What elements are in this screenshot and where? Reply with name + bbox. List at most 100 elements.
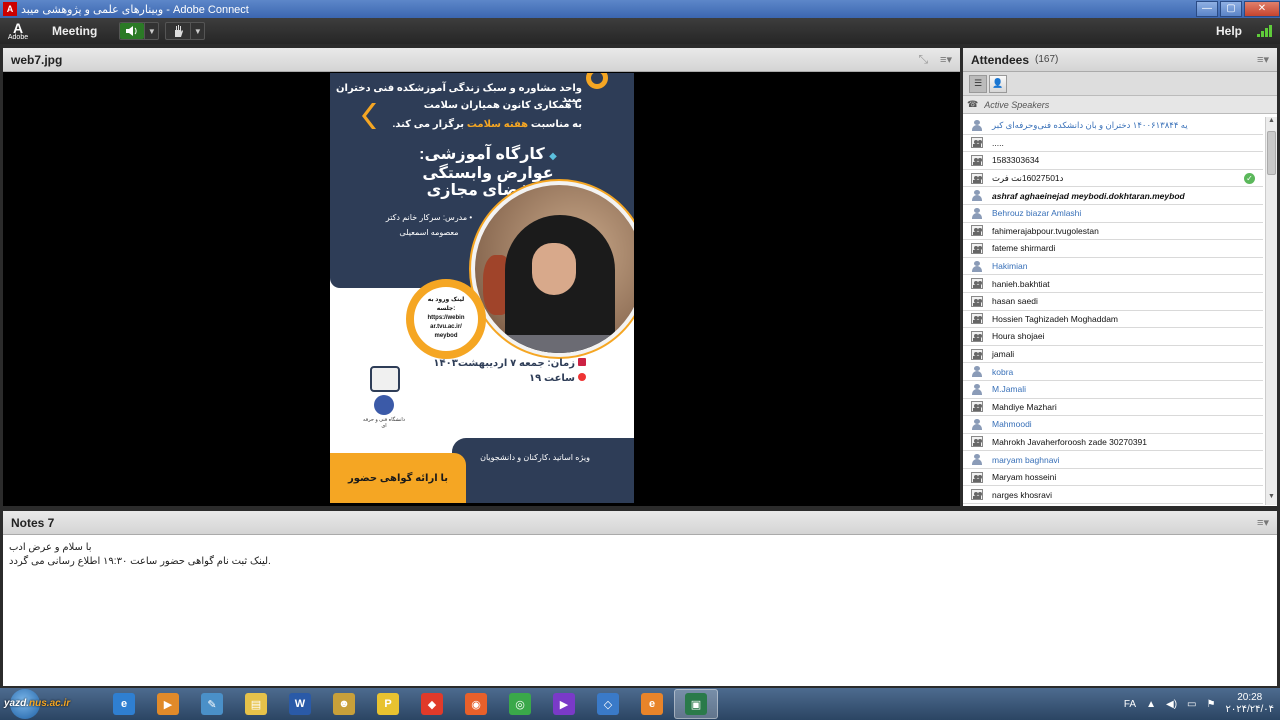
attendee-row[interactable]: Mahmoodi	[963, 416, 1263, 434]
attendee-row[interactable]: jamali	[963, 346, 1263, 364]
volume-icon[interactable]: ◀)	[1166, 699, 1177, 710]
flag-icon[interactable]: ⚑	[1207, 699, 1216, 710]
poster-time: ساعت ۱۹	[386, 373, 586, 384]
window-titlebar: A وبینارهای علمی و پژوهشی میبد - Adobe C…	[0, 0, 1280, 18]
notes-body[interactable]: با سلام و عرض ادب لینک ثبت نام گواهی حضو…	[3, 535, 1277, 575]
taskbar-app-app-orange[interactable]: e	[630, 689, 674, 719]
raise-hand-icon[interactable]	[166, 23, 190, 39]
attendee-name: Mahmoodi	[992, 419, 1032, 430]
attendee-name: Mahdiye Mazhari	[992, 401, 1057, 412]
pod-options-icon[interactable]: ≡▾	[1257, 53, 1269, 66]
user-icon	[971, 418, 983, 430]
scroll-down-icon[interactable]: ▼	[1266, 493, 1277, 505]
taskbar-app-chrome[interactable]: ◎	[498, 689, 542, 719]
speaker-icon[interactable]	[120, 23, 145, 39]
firefox-icon: ◉	[465, 693, 487, 715]
window-title: وبینارهای علمی و پژوهشی میبد - Adobe Con…	[21, 3, 249, 16]
status-check-icon: ✓	[1244, 172, 1255, 184]
notes-header: Notes 7 ≡▾	[3, 511, 1277, 535]
attendee-name: Behrouz biazar Amlashi	[992, 208, 1082, 219]
taskbar-app-firefox[interactable]: ◉	[454, 689, 498, 719]
taskbar-app-media-player[interactable]: ▶	[146, 689, 190, 719]
scroll-up-icon[interactable]: ▲	[1266, 117, 1277, 129]
attendee-row[interactable]: hanieh.bakhtiat	[963, 275, 1263, 293]
user-view-icon[interactable]: 👤	[989, 74, 1007, 93]
maximize-button[interactable]: ▢	[1220, 1, 1242, 17]
attendees-pod: Attendees (167) ≡▾ ☰ 👤 ☎ Active Speakers…	[963, 48, 1277, 506]
chrome-icon: ◎	[509, 693, 531, 715]
user-icon	[971, 383, 983, 395]
network-icon[interactable]: ▭	[1187, 699, 1196, 710]
link-line4: ar.tvu.ac.ir/	[430, 324, 462, 330]
link-line2: جلسه:	[436, 306, 456, 312]
taskbar-app-ie[interactable]: e	[102, 689, 146, 719]
user-group-icon	[971, 172, 983, 184]
attendee-name: Houra shojaei	[992, 331, 1045, 342]
taskbar-app-pixel[interactable]: P	[366, 689, 410, 719]
attendee-row[interactable]: M.Jamali	[963, 381, 1263, 399]
word-icon: W	[289, 693, 311, 715]
attendee-row[interactable]: ashraf aghaeinejad meybodi.dokhtaran.mey…	[963, 187, 1263, 205]
ie-icon: e	[113, 693, 135, 715]
attendee-row[interactable]: 1583303634	[963, 152, 1263, 170]
pod-options-icon[interactable]: ≡▾	[940, 53, 952, 66]
chevron-up-icon[interactable]: ▲	[1146, 699, 1156, 710]
taskbar-app-word[interactable]: W	[278, 689, 322, 719]
fit-width-icon[interactable]: ⤡	[918, 52, 928, 67]
attendee-row[interactable]: Houra shojaei	[963, 328, 1263, 346]
attendee-name: Mahrokh Javaherforoosh zade 30270391	[992, 436, 1147, 447]
attendee-row[interactable]: یه ۱۴۰۰۶۱۳۸۴۴ دختران و بان دانشکده فنی‌و…	[963, 117, 1263, 135]
chevron-down-icon[interactable]: ▼	[190, 23, 204, 39]
taskbar-app-anydesk[interactable]: ◆	[410, 689, 454, 719]
poster-link-circle: لینک ورود به جلسه: https://webin ar.tvu.…	[406, 279, 486, 359]
poster-bottom-panel	[452, 438, 634, 503]
raise-hand-control[interactable]: ▼	[165, 22, 206, 40]
minimize-button[interactable]: —	[1196, 1, 1218, 17]
attendee-row[interactable]: Hakimian	[963, 258, 1263, 276]
speaker-control[interactable]: ▼	[119, 22, 160, 40]
pixel-icon: P	[377, 693, 399, 715]
attendees-header: Attendees (167) ≡▾	[963, 48, 1277, 72]
taskbar-app-media[interactable]: ▶	[542, 689, 586, 719]
scroll-thumb[interactable]	[1267, 131, 1276, 175]
attendee-name: jamali	[992, 349, 1015, 360]
attendee-name: .....	[992, 137, 1004, 148]
attendee-name: Hossien Taghizadeh Moghaddam	[992, 313, 1119, 324]
taskbar-app-adobe-connect[interactable]: ▣	[674, 689, 718, 719]
user-group-icon	[971, 313, 983, 325]
help-menu[interactable]: Help	[1216, 24, 1242, 38]
attendee-row[interactable]: د16027501نت فرت ✓	[963, 170, 1263, 188]
attendee-scrollbar[interactable]: ▲ ▼	[1265, 117, 1277, 505]
attendee-row[interactable]: Behrouz biazar Amlashi	[963, 205, 1263, 223]
system-tray: FA ▲ ◀) ▭ ⚑ 20:28 ۲۰۲۴/۲۴/۰۴	[1124, 690, 1274, 718]
poster-date: زمان: جمعه ۷ اردیبهشت۱۴۰۳	[386, 358, 586, 369]
clock[interactable]: 20:28 ۲۰۲۴/۲۴/۰۴	[1225, 692, 1274, 716]
adobe-logo-text: Adobe	[7, 33, 29, 41]
taskbar-app-network[interactable]: ◇	[586, 689, 630, 719]
taskbar-app-game[interactable]: ☻	[322, 689, 366, 719]
attendee-row[interactable]: fahimerajabpour.tvugolestan	[963, 223, 1263, 241]
chevron-down-icon[interactable]: ▼	[144, 23, 158, 39]
attendee-row[interactable]: Hossien Taghizadeh Moghaddam	[963, 311, 1263, 329]
meeting-menu[interactable]: Meeting	[36, 24, 113, 38]
attendee-row[interactable]: narges khosravi	[963, 486, 1263, 505]
link-line3: https://webin	[427, 315, 465, 321]
app-orange-icon: e	[641, 693, 663, 715]
attendee-row[interactable]: Mahdiye Mazhari	[963, 399, 1263, 417]
language-indicator[interactable]: FA	[1124, 699, 1136, 710]
user-group-icon	[971, 225, 983, 237]
link-line5: meybod	[434, 333, 458, 339]
attendee-row[interactable]: Maryam hosseini	[963, 469, 1263, 487]
attendee-row[interactable]: Mahrokh Javaherforoosh zade 30270391	[963, 434, 1263, 452]
taskbar-app-paint[interactable]: ✎	[190, 689, 234, 719]
pod-options-icon[interactable]: ≡▾	[1257, 516, 1269, 529]
attendee-row[interactable]: maryam baghnavi	[963, 451, 1263, 469]
list-view-icon[interactable]: ☰	[969, 74, 987, 93]
attendee-row[interactable]: .....	[963, 135, 1263, 153]
attendee-row[interactable]: fateme shirmardi	[963, 240, 1263, 258]
attendee-row[interactable]: hasan saedi	[963, 293, 1263, 311]
close-button[interactable]: ✕	[1244, 1, 1280, 17]
attendee-row[interactable]: kobra	[963, 363, 1263, 381]
taskbar-app-explorer[interactable]: ▤	[234, 689, 278, 719]
user-icon	[971, 119, 983, 131]
